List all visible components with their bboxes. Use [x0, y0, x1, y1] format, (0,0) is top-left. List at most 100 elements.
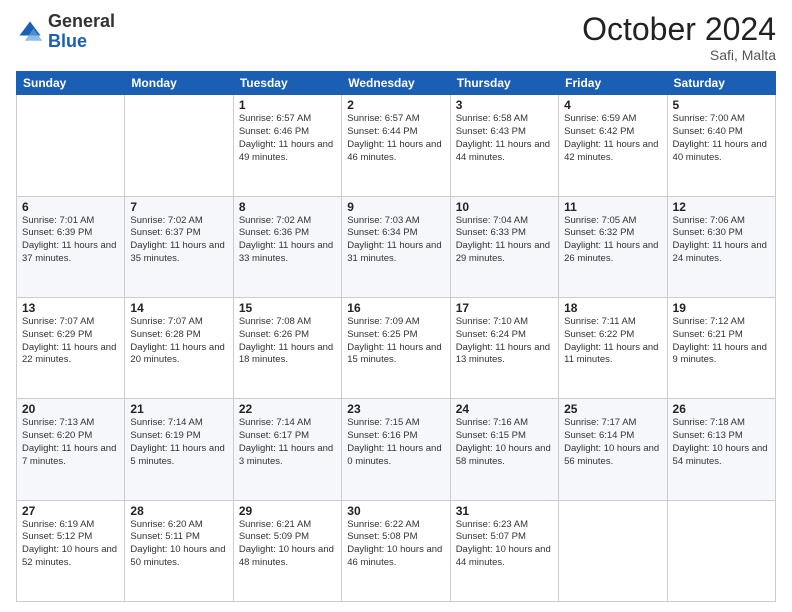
day-info: Sunrise: 7:07 AM Sunset: 6:28 PM Dayligh…: [130, 316, 227, 367]
day-number: 12: [673, 200, 770, 214]
day-info: Sunrise: 6:19 AM Sunset: 5:12 PM Dayligh…: [22, 519, 119, 570]
table-row: 30Sunrise: 6:22 AM Sunset: 5:08 PM Dayli…: [342, 500, 450, 601]
day-info: Sunrise: 7:14 AM Sunset: 6:19 PM Dayligh…: [130, 417, 227, 468]
calendar-week-row: 20Sunrise: 7:13 AM Sunset: 6:20 PM Dayli…: [17, 399, 776, 500]
day-info: Sunrise: 6:21 AM Sunset: 5:09 PM Dayligh…: [239, 519, 336, 570]
day-number: 17: [456, 301, 553, 315]
table-row: 28Sunrise: 6:20 AM Sunset: 5:11 PM Dayli…: [125, 500, 233, 601]
table-row: 1Sunrise: 6:57 AM Sunset: 6:46 PM Daylig…: [233, 95, 341, 196]
table-row: [667, 500, 775, 601]
calendar-week-row: 27Sunrise: 6:19 AM Sunset: 5:12 PM Dayli…: [17, 500, 776, 601]
day-number: 4: [564, 98, 661, 112]
calendar-table: Sunday Monday Tuesday Wednesday Thursday…: [16, 71, 776, 602]
table-row: 3Sunrise: 6:58 AM Sunset: 6:43 PM Daylig…: [450, 95, 558, 196]
logo: General Blue: [16, 12, 115, 52]
day-info: Sunrise: 6:58 AM Sunset: 6:43 PM Dayligh…: [456, 113, 553, 164]
table-row: 11Sunrise: 7:05 AM Sunset: 6:32 PM Dayli…: [559, 196, 667, 297]
table-row: 10Sunrise: 7:04 AM Sunset: 6:33 PM Dayli…: [450, 196, 558, 297]
table-row: 2Sunrise: 6:57 AM Sunset: 6:44 PM Daylig…: [342, 95, 450, 196]
day-number: 18: [564, 301, 661, 315]
day-info: Sunrise: 7:03 AM Sunset: 6:34 PM Dayligh…: [347, 215, 444, 266]
table-row: 20Sunrise: 7:13 AM Sunset: 6:20 PM Dayli…: [17, 399, 125, 500]
logo-general-text: General: [48, 11, 115, 31]
day-number: 13: [22, 301, 119, 315]
logo-blue-text: Blue: [48, 31, 87, 51]
table-row: [559, 500, 667, 601]
day-number: 6: [22, 200, 119, 214]
day-number: 25: [564, 402, 661, 416]
day-info: Sunrise: 7:12 AM Sunset: 6:21 PM Dayligh…: [673, 316, 770, 367]
day-info: Sunrise: 7:16 AM Sunset: 6:15 PM Dayligh…: [456, 417, 553, 468]
day-info: Sunrise: 7:07 AM Sunset: 6:29 PM Dayligh…: [22, 316, 119, 367]
day-info: Sunrise: 6:23 AM Sunset: 5:07 PM Dayligh…: [456, 519, 553, 570]
day-number: 11: [564, 200, 661, 214]
day-info: Sunrise: 7:13 AM Sunset: 6:20 PM Dayligh…: [22, 417, 119, 468]
day-number: 1: [239, 98, 336, 112]
day-number: 10: [456, 200, 553, 214]
table-row: 5Sunrise: 7:00 AM Sunset: 6:40 PM Daylig…: [667, 95, 775, 196]
table-row: 8Sunrise: 7:02 AM Sunset: 6:36 PM Daylig…: [233, 196, 341, 297]
day-number: 30: [347, 504, 444, 518]
col-sunday: Sunday: [17, 72, 125, 95]
day-number: 5: [673, 98, 770, 112]
table-row: [125, 95, 233, 196]
day-number: 16: [347, 301, 444, 315]
calendar-week-row: 6Sunrise: 7:01 AM Sunset: 6:39 PM Daylig…: [17, 196, 776, 297]
day-info: Sunrise: 7:18 AM Sunset: 6:13 PM Dayligh…: [673, 417, 770, 468]
calendar-week-row: 1Sunrise: 6:57 AM Sunset: 6:46 PM Daylig…: [17, 95, 776, 196]
day-info: Sunrise: 6:22 AM Sunset: 5:08 PM Dayligh…: [347, 519, 444, 570]
day-number: 24: [456, 402, 553, 416]
title-block: October 2024 Safi, Malta: [582, 12, 776, 63]
header: General Blue October 2024 Safi, Malta: [16, 12, 776, 63]
day-info: Sunrise: 7:11 AM Sunset: 6:22 PM Dayligh…: [564, 316, 661, 367]
month-title: October 2024: [582, 12, 776, 47]
day-info: Sunrise: 6:59 AM Sunset: 6:42 PM Dayligh…: [564, 113, 661, 164]
day-number: 2: [347, 98, 444, 112]
table-row: 12Sunrise: 7:06 AM Sunset: 6:30 PM Dayli…: [667, 196, 775, 297]
table-row: 18Sunrise: 7:11 AM Sunset: 6:22 PM Dayli…: [559, 297, 667, 398]
day-number: 22: [239, 402, 336, 416]
day-info: Sunrise: 6:57 AM Sunset: 6:46 PM Dayligh…: [239, 113, 336, 164]
day-number: 8: [239, 200, 336, 214]
day-info: Sunrise: 7:08 AM Sunset: 6:26 PM Dayligh…: [239, 316, 336, 367]
day-info: Sunrise: 6:20 AM Sunset: 5:11 PM Dayligh…: [130, 519, 227, 570]
table-row: 29Sunrise: 6:21 AM Sunset: 5:09 PM Dayli…: [233, 500, 341, 601]
day-number: 19: [673, 301, 770, 315]
table-row: 9Sunrise: 7:03 AM Sunset: 6:34 PM Daylig…: [342, 196, 450, 297]
logo-icon: [16, 18, 44, 46]
col-saturday: Saturday: [667, 72, 775, 95]
table-row: 14Sunrise: 7:07 AM Sunset: 6:28 PM Dayli…: [125, 297, 233, 398]
table-row: 31Sunrise: 6:23 AM Sunset: 5:07 PM Dayli…: [450, 500, 558, 601]
col-tuesday: Tuesday: [233, 72, 341, 95]
table-row: [17, 95, 125, 196]
day-number: 29: [239, 504, 336, 518]
location-subtitle: Safi, Malta: [582, 47, 776, 63]
day-info: Sunrise: 7:00 AM Sunset: 6:40 PM Dayligh…: [673, 113, 770, 164]
col-wednesday: Wednesday: [342, 72, 450, 95]
day-number: 31: [456, 504, 553, 518]
table-row: 13Sunrise: 7:07 AM Sunset: 6:29 PM Dayli…: [17, 297, 125, 398]
table-row: 26Sunrise: 7:18 AM Sunset: 6:13 PM Dayli…: [667, 399, 775, 500]
table-row: 4Sunrise: 6:59 AM Sunset: 6:42 PM Daylig…: [559, 95, 667, 196]
day-info: Sunrise: 6:57 AM Sunset: 6:44 PM Dayligh…: [347, 113, 444, 164]
table-row: 19Sunrise: 7:12 AM Sunset: 6:21 PM Dayli…: [667, 297, 775, 398]
day-number: 28: [130, 504, 227, 518]
day-info: Sunrise: 7:10 AM Sunset: 6:24 PM Dayligh…: [456, 316, 553, 367]
calendar-header-row: Sunday Monday Tuesday Wednesday Thursday…: [17, 72, 776, 95]
col-monday: Monday: [125, 72, 233, 95]
table-row: 27Sunrise: 6:19 AM Sunset: 5:12 PM Dayli…: [17, 500, 125, 601]
table-row: 21Sunrise: 7:14 AM Sunset: 6:19 PM Dayli…: [125, 399, 233, 500]
day-number: 20: [22, 402, 119, 416]
day-info: Sunrise: 7:14 AM Sunset: 6:17 PM Dayligh…: [239, 417, 336, 468]
day-info: Sunrise: 7:05 AM Sunset: 6:32 PM Dayligh…: [564, 215, 661, 266]
table-row: 17Sunrise: 7:10 AM Sunset: 6:24 PM Dayli…: [450, 297, 558, 398]
day-info: Sunrise: 7:15 AM Sunset: 6:16 PM Dayligh…: [347, 417, 444, 468]
day-number: 26: [673, 402, 770, 416]
table-row: 16Sunrise: 7:09 AM Sunset: 6:25 PM Dayli…: [342, 297, 450, 398]
day-number: 3: [456, 98, 553, 112]
day-info: Sunrise: 7:09 AM Sunset: 6:25 PM Dayligh…: [347, 316, 444, 367]
day-number: 27: [22, 504, 119, 518]
day-number: 23: [347, 402, 444, 416]
day-number: 15: [239, 301, 336, 315]
table-row: 24Sunrise: 7:16 AM Sunset: 6:15 PM Dayli…: [450, 399, 558, 500]
